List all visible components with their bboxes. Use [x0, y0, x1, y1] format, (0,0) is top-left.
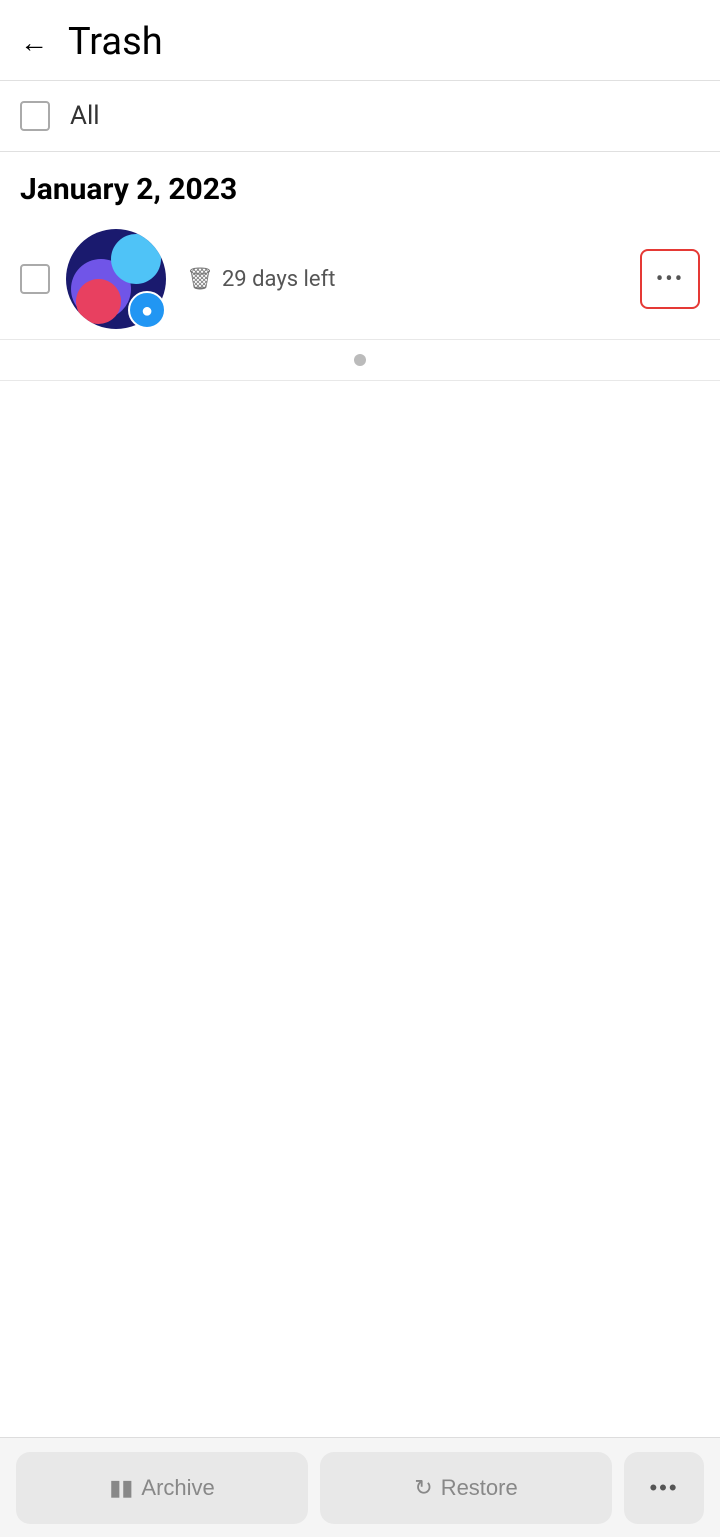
item-checkbox[interactable]	[20, 264, 50, 294]
back-button[interactable]: ←	[20, 26, 48, 59]
more-dots-icon: •••	[656, 267, 684, 292]
toolbar-more-icon: •••	[649, 1475, 678, 1501]
restore-icon: ↻	[414, 1475, 432, 1501]
archive-icon: ▮▮	[109, 1475, 133, 1501]
date-label: January 2, 2023	[20, 172, 237, 207]
archive-label: Archive	[141, 1475, 214, 1501]
avatar: ●	[66, 229, 166, 329]
list-item: ● 🗑 29 days left •••	[0, 219, 720, 340]
header: ← Trash	[0, 0, 720, 81]
scroll-dot	[354, 354, 366, 366]
avatar-blob	[111, 234, 161, 284]
date-section: January 2, 2023	[0, 152, 720, 219]
select-all-row: All	[0, 81, 720, 152]
page-title: Trash	[68, 20, 163, 64]
more-options-button[interactable]: •••	[640, 249, 700, 309]
select-all-checkbox[interactable]	[20, 101, 50, 131]
trash-icon: 🗑	[186, 267, 214, 292]
select-all-label: All	[70, 101, 100, 131]
avatar-user-badge: ●	[128, 291, 166, 329]
restore-button[interactable]: ↻ Restore	[320, 1452, 612, 1524]
bottom-toolbar: ▮▮ Archive ↻ Restore •••	[0, 1437, 720, 1537]
toolbar-more-button[interactable]: •••	[624, 1452, 704, 1524]
days-left-label: 29 days left	[222, 267, 335, 292]
restore-label: Restore	[441, 1475, 518, 1501]
archive-button[interactable]: ▮▮ Archive	[16, 1452, 308, 1524]
user-icon: ●	[141, 298, 153, 323]
scroll-indicator	[0, 340, 720, 381]
trash-info: 🗑 29 days left	[186, 267, 640, 292]
